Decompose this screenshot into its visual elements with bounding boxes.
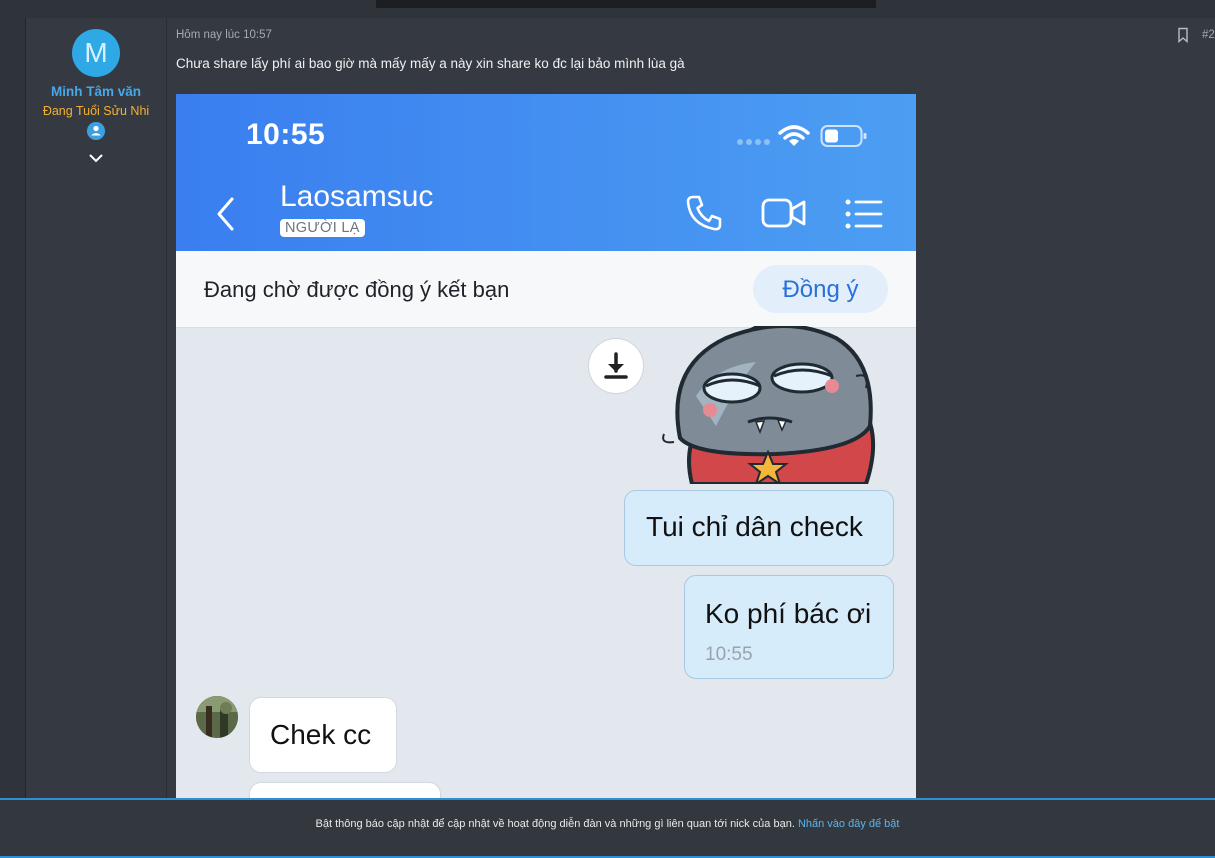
user-badge-icon <box>87 122 105 140</box>
user-info-column: M Minh Tâm văn Đang Tuổi Sửu Nhi <box>26 18 167 798</box>
wifi-icon <box>778 125 810 146</box>
battery-icon <box>820 125 867 147</box>
notification-text: Bật thông báo cập nhật để cập nhật về ho… <box>315 818 795 830</box>
post-number-link[interactable]: #2 <box>1202 29 1215 41</box>
post-message: Chưa share lấy phí ai bao giờ mà mấy mấy… <box>176 56 685 71</box>
friend-request-bar: Đang chờ được đồng ý kết bạn Đồng ý <box>176 251 916 328</box>
incoming-message-partial[interactable] <box>249 782 441 798</box>
top-bar <box>376 0 876 8</box>
bookmark-icon[interactable] <box>1176 27 1190 43</box>
message-text: Chek cc <box>270 719 372 750</box>
message-text: Tui chỉ dân check <box>646 511 863 542</box>
download-icon[interactable] <box>588 338 644 394</box>
user-title: Đang Tuổi Sửu Nhi <box>42 104 150 118</box>
back-arrow-icon[interactable] <box>214 196 238 232</box>
signal-icon <box>737 139 770 145</box>
outgoing-message[interactable]: Tui chỉ dân check <box>624 490 894 566</box>
notification-text-row: Bật thông báo cập nhật để cập nhật về ho… <box>0 818 1215 830</box>
enable-notifications-link[interactable]: Nhấn vào đây để bật <box>798 818 900 830</box>
phone-icon[interactable] <box>684 194 724 232</box>
post-timestamp[interactable]: Hôm nay lúc 10:57 <box>176 29 272 41</box>
message-time: 10:55 <box>705 644 753 665</box>
avatar[interactable]: M <box>72 29 120 77</box>
username-link[interactable]: Minh Tâm văn <box>26 84 166 99</box>
video-call-icon[interactable] <box>761 196 807 230</box>
stranger-tag: NGƯỜI LẠ <box>280 219 365 237</box>
friend-pending-text: Đang chờ được đồng ý kết bạn <box>204 277 510 302</box>
contact-name: Laosamsuc <box>280 180 434 213</box>
sticker-image[interactable] <box>656 326 896 484</box>
contact-avatar[interactable] <box>196 696 238 738</box>
chevron-down-icon[interactable] <box>86 150 106 166</box>
notification-banner: Bật thông báo cập nhật để cập nhật về ho… <box>0 798 1215 858</box>
message-text: Ko phí bác ơi <box>705 598 872 629</box>
attached-chat-screenshot[interactable]: 10:55 Laosamsuc NGƯỜI LẠ Đang chờ được đ… <box>176 94 916 798</box>
incoming-message[interactable]: Chek cc <box>249 697 397 773</box>
accept-button[interactable]: Đồng ý <box>753 265 888 313</box>
status-bar-time: 10:55 <box>246 118 326 151</box>
chat-header: 10:55 Laosamsuc NGƯỜI LẠ <box>176 94 916 251</box>
menu-list-icon[interactable] <box>844 198 884 230</box>
outgoing-message[interactable]: Ko phí bác ơi 10:55 <box>684 575 894 679</box>
